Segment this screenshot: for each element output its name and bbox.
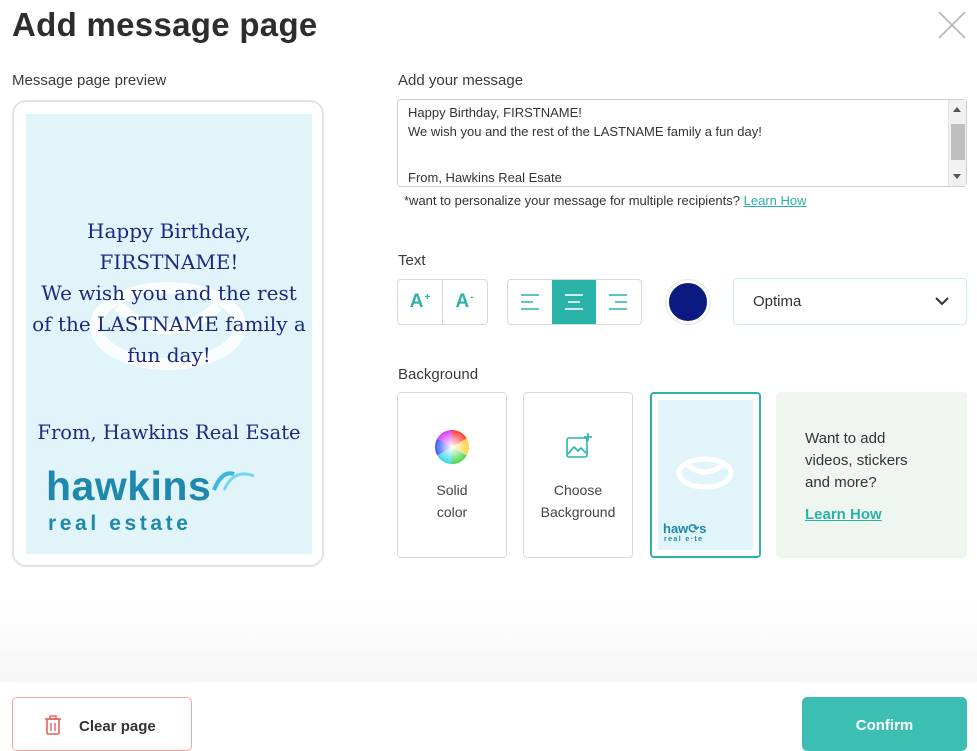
thumbnail-ring-graphic — [676, 456, 734, 490]
personalize-hint: *want to personalize your message for mu… — [404, 193, 807, 208]
promo-card: Want to add videos, stickers and more? L… — [776, 392, 967, 558]
text-label: Text — [398, 252, 426, 269]
thumbnail-subtitle-end: te — [694, 536, 704, 543]
hint-learn-how-link[interactable]: Learn How — [744, 193, 807, 208]
font-size-group: A + A- — [397, 279, 488, 325]
preview-line: of the LASTNAME family a — [32, 312, 306, 336]
dialog-title: Add message page — [12, 6, 318, 43]
chevron-down-icon — [935, 297, 949, 306]
align-right-icon — [609, 294, 627, 310]
loading-spinner-icon: ⟳ — [688, 521, 700, 536]
solid-color-tile[interactable]: Solid color — [397, 392, 507, 558]
background-label: Background — [398, 366, 479, 383]
promo-learn-how-link[interactable]: Learn How — [805, 506, 882, 523]
increase-font-size-letter: A — [409, 291, 424, 312]
trash-icon — [45, 715, 61, 735]
preview-line: We wish you and the rest — [41, 281, 297, 305]
increase-font-size-sup: + — [424, 291, 431, 303]
confirm-button[interactable]: Confirm — [802, 697, 967, 751]
preview-message: Happy Birthday, FIRSTNAME! We wish you a… — [26, 216, 312, 371]
decrease-font-size-button[interactable]: A- — [442, 280, 486, 324]
add-image-icon — [566, 433, 592, 458]
selected-background-tile[interactable]: haw⟳s real e·te — [650, 392, 761, 558]
footer-divider — [0, 600, 977, 682]
close-icon[interactable] — [937, 10, 967, 40]
logo-wave-icon — [212, 471, 255, 491]
thumbnail-wordmark-start: haw — [663, 521, 689, 536]
hint-text: *want to personalize your message for mu… — [404, 193, 741, 208]
message-line: From, Hawkins Real Esate — [408, 170, 562, 185]
preview-label: Message page preview — [12, 72, 167, 89]
thumbnail-wordmark: haw⟳s — [663, 521, 706, 537]
choose-background-tile[interactable]: Choose Background — [523, 392, 633, 558]
promo-line: and more? — [805, 474, 877, 491]
message-line: Happy Birthday, FIRSTNAME! — [408, 105, 582, 120]
choose-background-line: Background — [540, 504, 616, 520]
alignment-group — [507, 279, 642, 325]
preview-signature: From, Hawkins Real Esate — [37, 421, 301, 444]
align-right-button[interactable] — [596, 280, 640, 324]
solid-color-line: Solid — [436, 482, 468, 498]
choose-background-line: Choose — [553, 482, 603, 498]
promo-line: videos, stickers — [805, 452, 908, 469]
background-thumbnail: haw⟳s real e·te — [658, 400, 753, 550]
message-label: Add your message — [398, 72, 524, 89]
preview-line: Happy Birthday, — [87, 219, 251, 243]
increase-font-size-button[interactable]: A + — [398, 280, 442, 324]
scrollbar-thumb[interactable] — [951, 124, 965, 160]
text-color-swatch[interactable] — [666, 280, 710, 324]
thumbnail-subtitle: real e·te — [664, 536, 704, 543]
promo-text: Want to add videos, stickers and more? — [805, 428, 908, 494]
align-left-icon — [521, 294, 539, 310]
message-line: We wish you and the rest of the LASTNAME… — [408, 124, 762, 139]
decrease-font-size-letter: A — [455, 291, 470, 312]
preview-card: Happy Birthday, FIRSTNAME! We wish you a… — [26, 114, 312, 554]
preview-line: FIRSTNAME! — [99, 250, 239, 274]
thumbnail-subtitle-start: real e — [664, 536, 691, 543]
thumbnail-wordmark-end: s — [699, 521, 707, 536]
decrease-font-size-sup: - — [470, 291, 474, 303]
message-scrollbar[interactable] — [948, 100, 966, 186]
align-center-button[interactable] — [552, 280, 596, 324]
clear-page-button[interactable]: Clear page — [12, 697, 192, 751]
confirm-label: Confirm — [855, 717, 914, 734]
clear-page-label: Clear page — [79, 718, 156, 735]
font-select-value: Optima — [753, 293, 802, 310]
preview-line: fun day! — [127, 343, 211, 367]
promo-line: Want to add — [805, 430, 886, 447]
scroll-down-arrow-icon[interactable] — [953, 174, 961, 179]
align-left-button[interactable] — [508, 280, 552, 324]
align-center-icon — [565, 294, 583, 310]
logo-subtitle: real estate — [48, 512, 192, 535]
scroll-up-arrow-icon[interactable] — [953, 107, 961, 112]
color-wheel-icon — [435, 430, 469, 464]
logo-wordmark: hawkins — [46, 463, 212, 509]
message-textarea[interactable]: Happy Birthday, FIRSTNAME! We wish you a… — [397, 99, 967, 187]
choose-background-label: Choose Background — [524, 479, 632, 523]
font-select[interactable]: Optima — [733, 278, 967, 325]
preview-frame: Happy Birthday, FIRSTNAME! We wish you a… — [12, 100, 324, 567]
solid-color-line: color — [436, 504, 468, 520]
solid-color-label: Solid color — [398, 479, 506, 523]
